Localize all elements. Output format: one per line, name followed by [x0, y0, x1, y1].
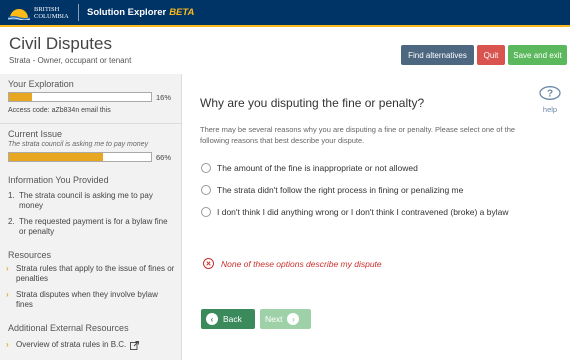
issue-progress-bar	[8, 152, 152, 162]
resource-link[interactable]: › Strata rules that apply to the issue of…	[6, 264, 176, 284]
instructions-text: There may be several reasons why you are…	[200, 125, 516, 145]
quit-button[interactable]: Quit	[477, 45, 505, 65]
chevron-right-icon: ›	[6, 340, 9, 349]
current-issue-label: Current Issue	[8, 129, 63, 139]
bc-logo[interactable]: BRITISH COLUMBIA	[8, 0, 74, 26]
page-title: Civil Disputes	[9, 34, 112, 53]
answer-option[interactable]: The amount of the fine is inappropriate …	[201, 163, 418, 174]
info-item-text: The strata council is asking me to pay m…	[19, 191, 153, 210]
app-name: Solution Explorer	[87, 7, 167, 18]
find-alternatives-button[interactable]: Find alternatives	[401, 45, 474, 65]
back-button[interactable]: ‹ Back	[201, 309, 255, 329]
current-issue-text: The strata council is asking me to pay m…	[8, 141, 149, 148]
x-circle-icon	[203, 258, 214, 269]
arrow-left-icon: ‹	[206, 313, 218, 325]
info-provided-label: Information You Provided	[8, 175, 109, 185]
none-of-these-label[interactable]: None of these options describe my disput…	[221, 259, 382, 269]
top-bar: BRITISH COLUMBIA Solution Explorer BETA	[0, 0, 570, 27]
sun-logo-icon	[8, 8, 30, 20]
svg-text:?: ?	[547, 89, 553, 100]
page-subtitle: Strata - Owner, occupant or tenant	[9, 56, 132, 65]
main-content: Why are you disputing the fine or penalt…	[183, 74, 570, 360]
answer-option-label[interactable]: The strata didn't follow the right proce…	[217, 185, 463, 196]
answer-option[interactable]: The strata didn't follow the right proce…	[201, 185, 463, 196]
resource-link-text[interactable]: Strata rules that apply to the issue of …	[16, 264, 174, 283]
chevron-right-icon: ›	[6, 290, 9, 299]
logo-line-1: BRITISH	[34, 5, 60, 13]
none-of-these-option[interactable]: None of these options describe my disput…	[203, 258, 382, 269]
next-label: Next	[265, 314, 283, 324]
access-code[interactable]: Access code: aZb834n email this	[8, 107, 111, 114]
logo-text: BRITISH COLUMBIA	[34, 6, 74, 20]
beta-badge: BETA	[169, 7, 195, 18]
next-button[interactable]: Next ›	[260, 309, 311, 329]
issue-percent: 66%	[156, 153, 172, 162]
chevron-right-icon: ›	[6, 264, 9, 273]
external-link-text[interactable]: Overview of strata rules in B.C.	[16, 340, 126, 350]
help-button[interactable]: ? help	[538, 86, 562, 114]
info-item-text: The requested payment is for a bylaw fin…	[19, 217, 168, 236]
arrow-right-icon: ›	[287, 313, 300, 325]
answer-option[interactable]: I don't think I did anything wrong or I …	[201, 207, 531, 218]
resources-label: Resources	[8, 250, 52, 260]
radio-button[interactable]	[201, 185, 211, 195]
external-link[interactable]: › Overview of strata rules in B.C.	[6, 340, 176, 350]
sidebar: Your Exploration 16% Access code: aZb834…	[0, 74, 182, 360]
radio-button[interactable]	[201, 163, 211, 173]
info-item: 1. The strata council is asking me to pay…	[8, 191, 176, 211]
external-resources-label: Additional External Resources	[8, 323, 129, 333]
resource-link[interactable]: › Strata disputes when they involve bylaw…	[6, 290, 176, 310]
back-label: Back	[223, 314, 242, 324]
question-title: Why are you disputing the fine or penalt…	[200, 96, 425, 110]
exploration-progress-bar	[8, 92, 152, 102]
divider	[0, 123, 182, 124]
info-item-number: 1.	[8, 191, 15, 200]
radio-button[interactable]	[201, 207, 211, 217]
app-title: Solution Explorer BETA	[87, 7, 194, 18]
issue-progress-fill	[9, 153, 103, 161]
exploration-percent: 16%	[156, 93, 172, 102]
divider	[78, 4, 79, 21]
answer-option-label[interactable]: I don't think I did anything wrong or I …	[217, 207, 508, 218]
logo-line-2: COLUMBIA	[34, 12, 69, 20]
help-icon: ?	[539, 86, 561, 100]
resource-link-text[interactable]: Strata disputes when they involve bylaw …	[16, 290, 158, 309]
info-item-number: 2.	[8, 217, 15, 226]
help-label[interactable]: help	[538, 105, 562, 114]
info-item: 2. The requested payment is for a bylaw f…	[8, 217, 176, 237]
exploration-progress-fill	[9, 93, 32, 101]
answer-option-label[interactable]: The amount of the fine is inappropriate …	[217, 163, 418, 174]
exploration-label: Your Exploration	[8, 79, 74, 89]
external-link-icon	[130, 340, 140, 350]
save-and-exit-button[interactable]: Save and exit	[508, 45, 567, 65]
